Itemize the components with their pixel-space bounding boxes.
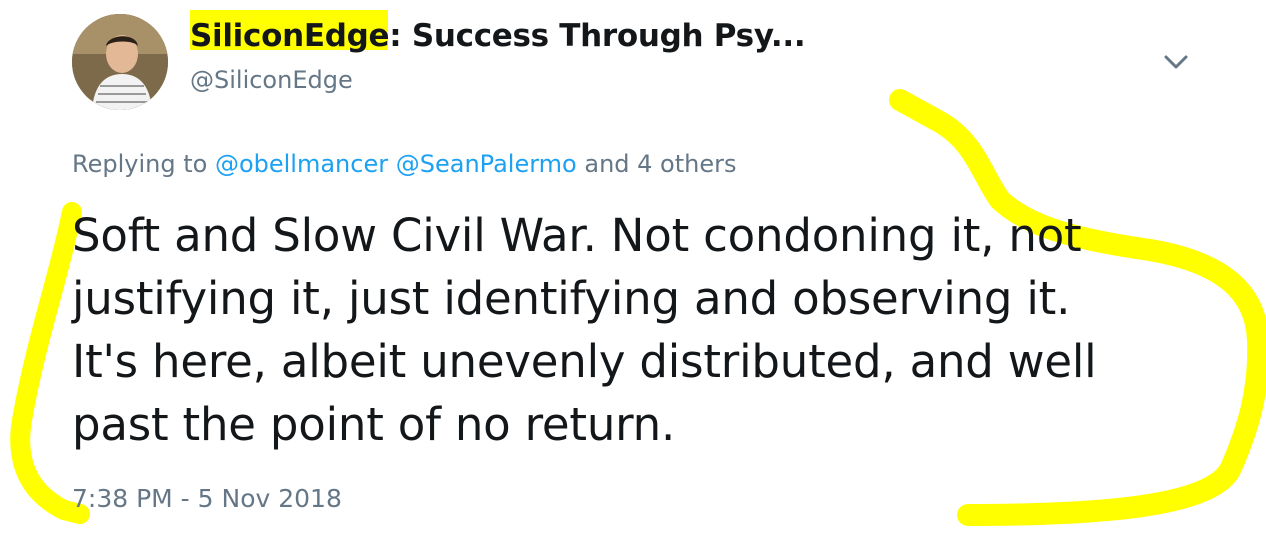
display-name[interactable]: SiliconEdge: Success Through Psy... <box>190 18 806 54</box>
tweet-text-line: past the point of no return. <box>72 398 676 451</box>
mention-link[interactable]: @obellmancer <box>215 150 388 178</box>
tweet-text-line: Soft and Slow Civil War. Not condoning i… <box>72 209 1082 262</box>
mention-link[interactable]: @SeanPalermo <box>396 150 577 178</box>
tweet-text: Soft and Slow Civil War. Not condoning i… <box>72 204 1222 456</box>
reply-prefix: Replying to <box>72 150 208 178</box>
avatar-photo <box>72 14 168 110</box>
reply-others[interactable]: and 4 others <box>584 150 736 178</box>
tweet-text-line: justifying it, just identifying and obse… <box>72 272 1071 325</box>
avatar[interactable] <box>72 14 168 110</box>
reply-context: Replying to @obellmancer @SeanPalermo an… <box>72 150 736 178</box>
user-handle[interactable]: @SiliconEdge <box>190 66 353 94</box>
tweet-timestamp[interactable]: 7:38 PM - 5 Nov 2018 <box>72 484 342 513</box>
chevron-down-icon[interactable] <box>1160 50 1192 74</box>
tweet-text-line: It's here, albeit unevenly distributed, … <box>72 335 1097 388</box>
